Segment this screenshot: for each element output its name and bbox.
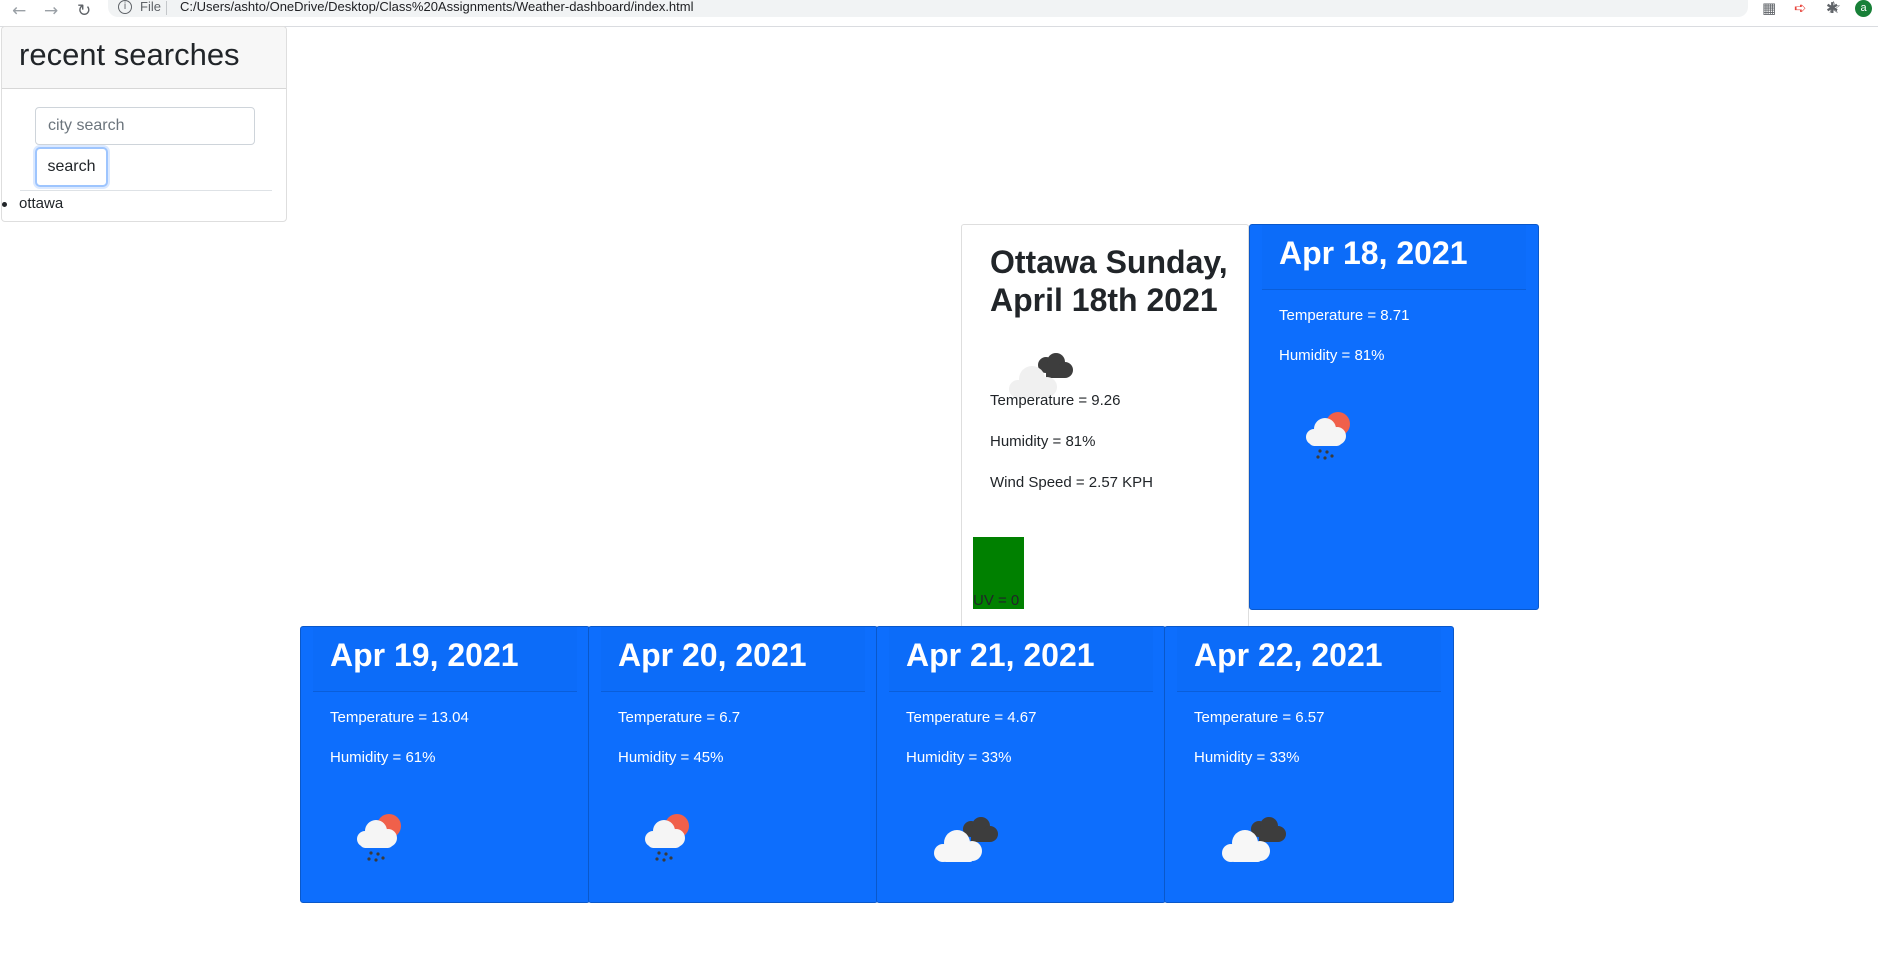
forecast-humidity: Humidity = 33% (1194, 749, 1300, 766)
search-history-list: ottawa (2, 194, 63, 214)
forecast-date: Apr 18, 2021 (1279, 235, 1468, 271)
forecast-humidity: Humidity = 45% (618, 749, 724, 766)
current-weather-card: Ottawa Sunday, April 18th 2021 Temperatu… (961, 224, 1249, 628)
forecast-card-3: Apr 20, 2021 Temperature = 6.7 Humidity … (588, 626, 878, 903)
current-humidity: Humidity = 81% (990, 433, 1096, 450)
current-city-date-title: Ottawa Sunday, April 18th 2021 (990, 244, 1228, 318)
dark-cloud-icon (934, 817, 998, 862)
city-search-input[interactable] (35, 107, 255, 145)
browser-toolbar: ← → ↻ i File C:/Users/ashto/OneDrive/Des… (0, 0, 1878, 27)
address-bar[interactable]: i File C:/Users/ashto/OneDrive/Desktop/C… (108, 0, 1841, 18)
profile-avatar[interactable]: a (1855, 0, 1872, 17)
current-wind-speed: Wind Speed = 2.57 KPH (990, 474, 1154, 491)
current-temperature: Temperature = 9.26 (990, 392, 1121, 409)
uv-index-label: UV = 0 (973, 592, 1020, 609)
url-scheme: File (140, 0, 161, 14)
forecast-date: Apr 19, 2021 (330, 637, 519, 673)
reload-icon[interactable]: ↻ (77, 1, 91, 21)
forecast-date: Apr 21, 2021 (906, 637, 1095, 673)
forecast-card-5: Apr 22, 2021 Temperature = 6.57 Humidity… (1164, 626, 1454, 903)
sidebar-title: recent searches (19, 37, 240, 72)
sun-cloud-rain-icon (645, 814, 689, 862)
forecast-card-2: Apr 19, 2021 Temperature = 13.04 Humidit… (300, 626, 590, 903)
forecast-date: Apr 22, 2021 (1194, 637, 1383, 673)
url-text[interactable]: C:/Users/ashto/OneDrive/Desktop/Class%20… (180, 0, 694, 14)
forecast-temperature: Temperature = 4.67 (906, 709, 1037, 726)
forecast-card-1: Apr 18, 2021 Temperature = 8.71 Humidity… (1249, 224, 1539, 610)
forward-arrow-icon[interactable]: → (44, 1, 58, 21)
url-divider (166, 1, 167, 15)
forecast-date: Apr 20, 2021 (618, 637, 807, 673)
sun-cloud-rain-icon (1306, 412, 1350, 460)
forecast-temperature: Temperature = 6.7 (618, 709, 741, 726)
info-icon[interactable]: i (118, 0, 132, 14)
uv-index-box: UV = 0 (973, 537, 1024, 609)
search-button[interactable]: search (35, 147, 108, 187)
forecast-temperature: Temperature = 8.71 (1279, 307, 1410, 324)
extension-grid-icon[interactable]: ▦ (1762, 0, 1776, 17)
divider (20, 190, 272, 191)
forecast-humidity: Humidity = 33% (906, 749, 1012, 766)
forecast-humidity: Humidity = 61% (330, 749, 436, 766)
extensions-puzzle-icon[interactable]: ✱ (1826, 0, 1839, 17)
dark-cloud-icon (1222, 817, 1286, 862)
forecast-temperature: Temperature = 6.57 (1194, 709, 1325, 726)
sun-cloud-rain-icon (357, 814, 401, 862)
forecast-card-4: Apr 21, 2021 Temperature = 4.67 Humidity… (876, 626, 1166, 903)
recent-searches-panel: recent searches search ottawa (1, 26, 287, 222)
history-item-ottawa[interactable]: ottawa (2, 194, 63, 214)
extension-red-icon[interactable]: ➪ (1794, 0, 1807, 17)
back-arrow-icon[interactable]: ← (12, 1, 26, 21)
forecast-temperature: Temperature = 13.04 (330, 709, 469, 726)
forecast-humidity: Humidity = 81% (1279, 347, 1385, 364)
